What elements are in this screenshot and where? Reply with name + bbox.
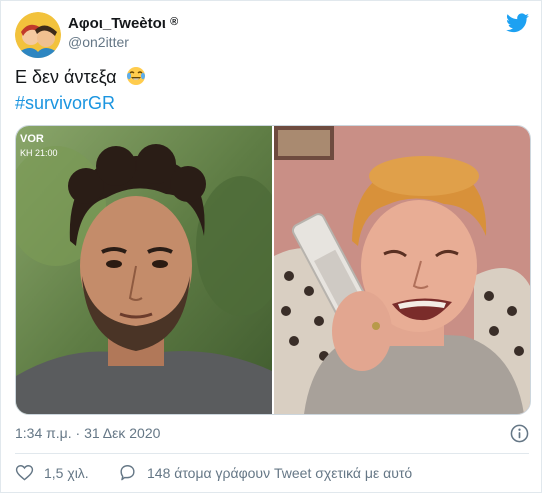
twitter-bird-icon[interactable]	[506, 13, 529, 33]
reply-bubble-icon	[120, 465, 135, 481]
divider	[15, 453, 529, 454]
author-name-text: Αφοι_Tweètoι	[68, 15, 166, 32]
author-handle[interactable]: @on2itter	[68, 34, 129, 50]
registered-mark: ®	[170, 16, 179, 28]
reply-button[interactable]: 148 άτομα γράφουν Tweet σχετικά με αυτό	[118, 463, 412, 482]
info-icon[interactable]	[510, 424, 529, 443]
hashtag-link[interactable]: #survivorGR	[15, 92, 115, 114]
tweet-text-content: Ε δεν άντεξα	[15, 67, 117, 87]
tweet-text: Ε δεν άντεξα	[15, 66, 146, 88]
author-avatar[interactable]	[15, 12, 61, 58]
heart-icon	[15, 465, 34, 481]
reply-count-text: 148 άτομα γράφουν Tweet σχετικά με αυτό	[147, 464, 413, 481]
media-container[interactable]: VOR KH 21:00	[15, 125, 531, 415]
photo-left[interactable]: VOR KH 21:00	[16, 126, 272, 414]
tv-caption-line2: KH 21:00	[20, 148, 58, 158]
like-button[interactable]: 1,5 χιλ.	[15, 463, 89, 482]
tweet-card: Αφοι_Tweètoι ® @on2itter Ε δεν άντεξα #s…	[0, 0, 542, 493]
like-count: 1,5 χιλ.	[44, 464, 89, 481]
photo-right[interactable]	[274, 126, 530, 414]
author-name[interactable]: Αφοι_Tweètoι ®	[68, 15, 178, 32]
tweet-timestamp[interactable]: 1:34 π.μ. · 31 Δεκ 2020	[15, 425, 160, 441]
tears-of-joy-emoji-icon	[126, 67, 145, 85]
tv-caption-line1: VOR	[20, 133, 44, 145]
